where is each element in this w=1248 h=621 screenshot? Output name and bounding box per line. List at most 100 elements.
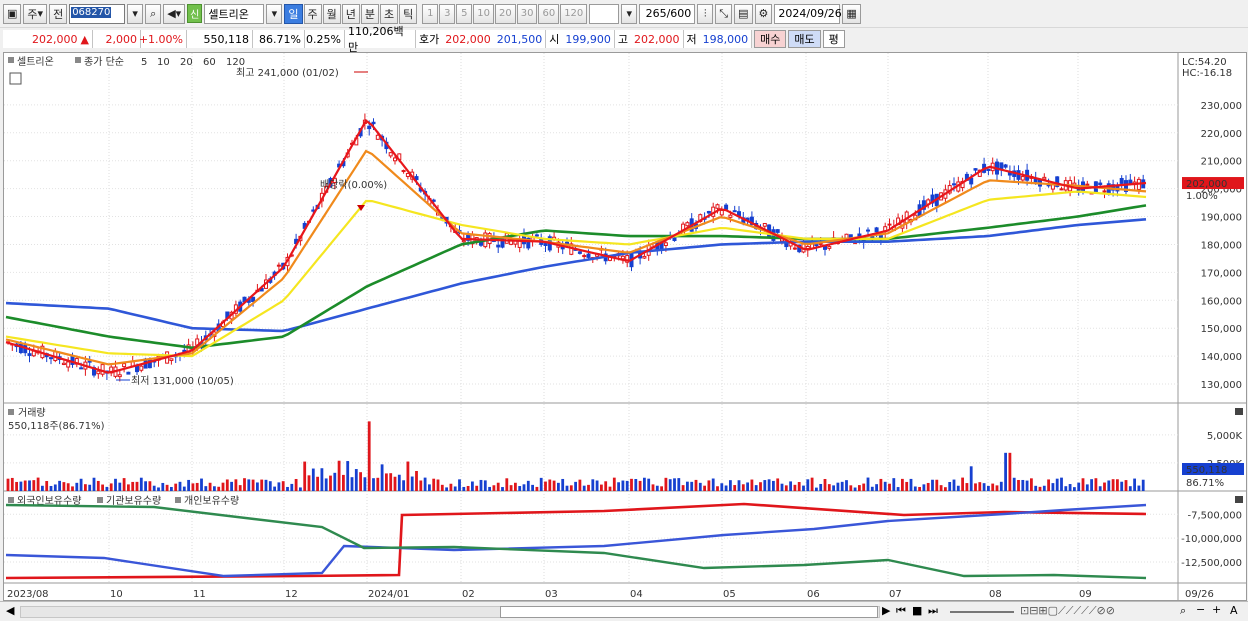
candle [49, 357, 53, 360]
search-icon[interactable]: ⌕ [145, 3, 162, 24]
volume-bar [329, 475, 332, 491]
volume-bar [157, 487, 160, 491]
name-dropdown-icon[interactable]: ▾ [266, 3, 283, 24]
last-icon[interactable]: ⏭ [928, 604, 938, 618]
candle [775, 229, 780, 233]
count-max: /600 [666, 7, 692, 20]
candle [169, 358, 174, 361]
window-icon[interactable]: ▣ [3, 3, 22, 24]
period-tab-2[interactable]: 월 [322, 3, 341, 24]
candle [96, 370, 101, 375]
tool-icon[interactable]: ⤡ [715, 3, 733, 24]
volume-bar [376, 477, 380, 491]
volume-bar [802, 485, 805, 491]
volume-close-icon[interactable] [1235, 408, 1243, 415]
volume-bar [793, 484, 797, 491]
interval-tab-1[interactable]: 1 [422, 3, 439, 24]
volume-bar [466, 485, 470, 491]
volume-bar [415, 470, 418, 491]
period-tab-0[interactable]: 일 [284, 3, 303, 24]
volume-bar [905, 481, 909, 491]
current-price: 202,000 ▲ [3, 30, 93, 48]
volume-bar [423, 477, 427, 491]
volume-bar [1042, 485, 1046, 491]
interval-tab-20[interactable]: 20 [494, 3, 516, 24]
volume-bar [152, 485, 156, 491]
font-icon[interactable]: A [1230, 604, 1238, 617]
chart-area[interactable]: 2023/08 10 11 12 2024/01 02 03 04 05 06 07 08 09 09/2… [3, 52, 1247, 601]
candle [986, 168, 991, 172]
volume-bar [806, 479, 810, 491]
volume-bar [208, 482, 212, 491]
annotation-high: 최고 241,000 (01/02) [236, 67, 339, 79]
x-tick-label-2: 11 [193, 589, 206, 600]
interval-tab-120[interactable]: 120 [560, 3, 588, 24]
volume-bar [440, 484, 444, 491]
save-icon[interactable]: ▤ [734, 3, 753, 24]
scroll-thumb[interactable] [500, 606, 878, 618]
volume-bar [299, 487, 302, 491]
sell-button[interactable]: 매도 [788, 30, 821, 48]
interval-input[interactable] [589, 3, 620, 24]
count-field[interactable]: 265/600 [639, 3, 696, 24]
gear-icon[interactable]: ⚙ [754, 3, 773, 24]
volume-bar [131, 481, 135, 491]
high-label: 고 [614, 30, 631, 48]
stop-icon[interactable]: ■ [912, 604, 922, 617]
interval-tab-30[interactable]: 30 [516, 3, 538, 24]
mode-button[interactable]: 전 [49, 3, 68, 24]
volume-bar [974, 483, 977, 491]
candle [393, 157, 397, 162]
volume-bar [363, 477, 367, 491]
period-tab-6[interactable]: 틱 [399, 3, 418, 24]
calendar-icon[interactable]: ▦ [842, 3, 861, 24]
zoom-icon[interactable]: ⌕ [1180, 604, 1186, 618]
period-tab-5[interactable]: 초 [380, 3, 399, 24]
volume-bar [1111, 479, 1115, 491]
candle [672, 237, 677, 242]
candle [375, 134, 380, 140]
interval-tab-10[interactable]: 10 [473, 3, 494, 24]
speaker-icon[interactable]: ◀▾ [163, 3, 186, 24]
volume-bar [432, 478, 436, 491]
volume-bar [101, 484, 104, 491]
open-price: 199,900 [562, 30, 615, 48]
scroll-right-icon[interactable]: ▶ [882, 604, 890, 617]
volume-bar [36, 477, 40, 491]
volume-bar [247, 479, 251, 491]
zoom-out-icon[interactable]: − [1196, 603, 1205, 616]
candle-type-icon[interactable]: ⫶ [697, 3, 714, 24]
eval-button[interactable]: 평 [822, 30, 845, 48]
chart-canvas[interactable]: 2023/08 10 11 12 2024/01 02 03 04 05 06 07 08 09 09/2… [4, 53, 1246, 600]
volume-bar [170, 486, 173, 491]
buy-button[interactable]: 매수 [754, 30, 787, 48]
holding-legend-2: 개인보유수량 [184, 495, 239, 507]
interval-dropdown-icon[interactable]: ▾ [621, 3, 638, 24]
interval-tab-60[interactable]: 60 [538, 3, 560, 24]
market-select[interactable]: 주 ▾ [23, 3, 48, 24]
volume-bar [901, 478, 904, 491]
code-dropdown-icon[interactable]: ▾ [127, 3, 144, 24]
volume-bar [256, 482, 259, 491]
volume-title: 거래량 [18, 407, 46, 419]
period-tab-3[interactable]: 년 [341, 3, 360, 24]
interval-tab-3[interactable]: 3 [439, 3, 456, 24]
holding-tick-1: -10,000,000 [1181, 534, 1242, 545]
first-icon[interactable]: ⏮ [896, 604, 906, 618]
period-tab-1[interactable]: 주 [303, 3, 322, 24]
zoom-slider[interactable] [950, 611, 1014, 613]
stock-code-input[interactable] [69, 3, 126, 24]
scroll-left-icon[interactable]: ◀ [6, 604, 14, 617]
layout-icons[interactable]: ⊡⊟⊞▢⟋⟋⟋⟋⟋⊘⊘ [1020, 604, 1115, 618]
zoom-in-icon[interactable]: + [1212, 603, 1221, 616]
volume-bar [488, 486, 491, 491]
volume-bar [600, 484, 603, 491]
interval-tab-5[interactable]: 5 [456, 3, 473, 24]
volume-bar [135, 481, 139, 491]
grid-toggle-icon[interactable] [9, 72, 22, 85]
period-tab-4[interactable]: 분 [360, 3, 379, 24]
volume-bar [225, 479, 229, 491]
holding-close-icon[interactable] [1235, 496, 1243, 503]
stock-name-field[interactable]: 셀트리온 [204, 3, 265, 24]
date-field[interactable]: 2024/09/26 [774, 3, 842, 24]
